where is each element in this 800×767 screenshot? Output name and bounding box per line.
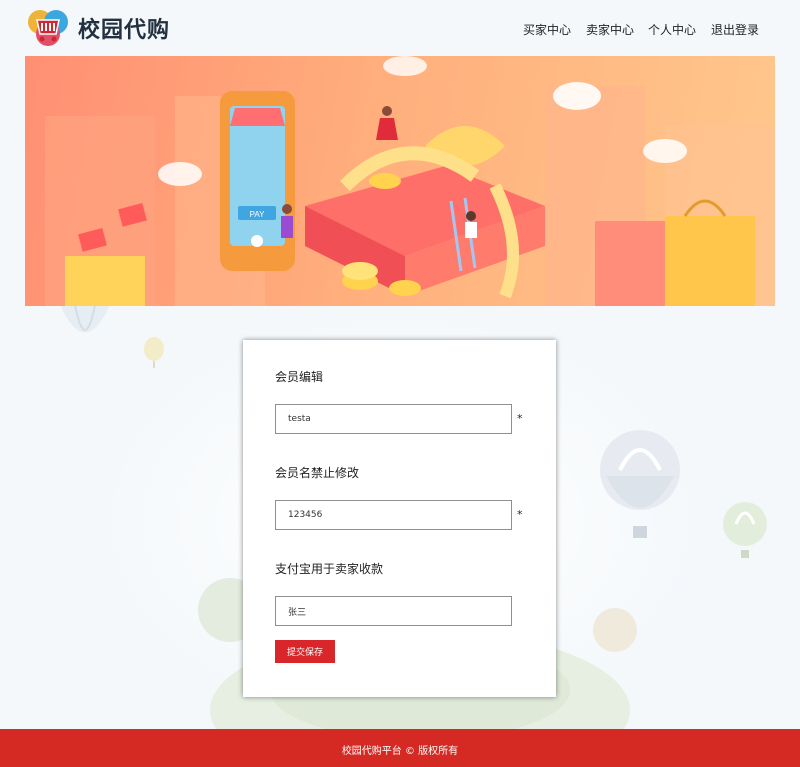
- password-input[interactable]: [275, 500, 512, 530]
- required-mark: *: [517, 508, 523, 521]
- alipay-label: 支付宝用于卖家收款: [275, 562, 384, 576]
- nav-seller-center[interactable]: 卖家中心: [586, 21, 634, 38]
- nav-buyer-center[interactable]: 买家中心: [523, 21, 571, 38]
- balloon-left-icon: [60, 304, 110, 333]
- shopping-cart-logo-icon[interactable]: [26, 8, 70, 48]
- brand-name: 校园代购: [78, 18, 171, 43]
- footer: 校园代购平台 © 版权所有: [0, 729, 800, 767]
- form-title: 会员编辑: [275, 370, 324, 384]
- required-mark: *: [517, 412, 523, 425]
- balloon-right-large-icon: [600, 430, 680, 538]
- hero-banner: PAY: [25, 56, 775, 306]
- submit-save-button[interactable]: 提交保存: [275, 640, 335, 663]
- shopping-illustration: PAY: [45, 56, 775, 306]
- nav-logout[interactable]: 退出登录: [711, 21, 759, 38]
- balloon-small-icon: [144, 337, 164, 368]
- username-input[interactable]: [275, 404, 512, 434]
- nav-personal-center[interactable]: 个人中心: [648, 21, 696, 38]
- member-edit-form: 会员编辑 * 会员名禁止修改 * 支付宝用于卖家收款 提交保存: [243, 340, 556, 697]
- footer-copyright: 校园代购平台 © 版权所有: [341, 746, 459, 757]
- balloon-right-small-icon: [723, 502, 767, 558]
- phone-pay-badge: PAY: [250, 210, 265, 219]
- password-label: 会员名禁止修改: [275, 466, 360, 480]
- alipay-input[interactable]: [275, 596, 512, 626]
- top-header: 校园代购 买家中心 卖家中心 个人中心 退出登录: [0, 0, 800, 56]
